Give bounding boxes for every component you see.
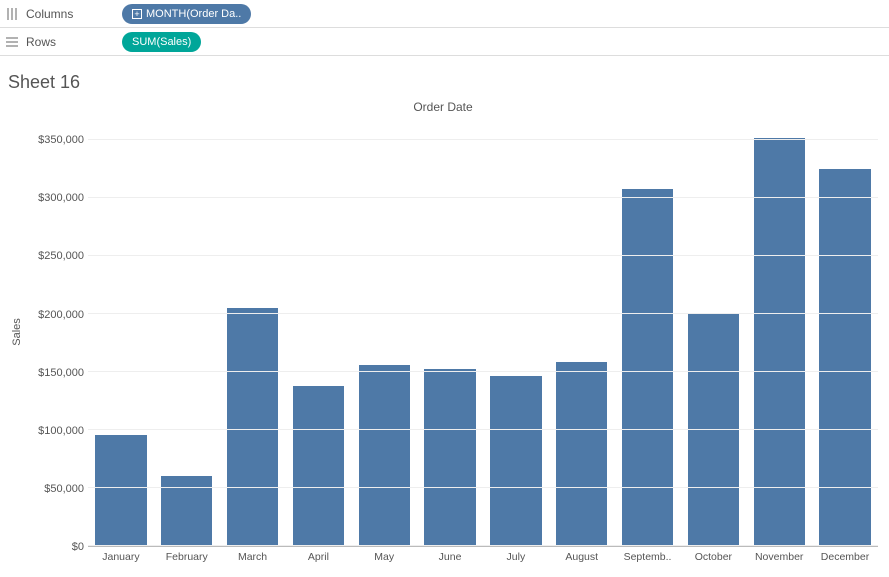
bar-slot (220, 117, 286, 546)
x-tick-label: February (154, 547, 220, 563)
bar-slot (746, 117, 812, 546)
bar[interactable] (622, 189, 673, 546)
bar[interactable] (359, 365, 410, 546)
bar-slot (615, 117, 681, 546)
grid-line (88, 313, 878, 314)
plot-area (88, 117, 878, 547)
columns-shelf[interactable]: Columns + MONTH(Order Da.. (0, 0, 889, 28)
bar[interactable] (227, 308, 278, 546)
bar-slot (285, 117, 351, 546)
columns-shelf-label: Columns (4, 6, 114, 22)
sheet-area: Sheet 16 Order Date Sales $0 $50,000 $100,… (0, 56, 889, 567)
y-tick-label: $0 (72, 541, 84, 553)
y-tick-label: $200,000 (38, 309, 84, 321)
grid-line (88, 487, 878, 488)
columns-text: Columns (26, 7, 73, 21)
y-axis-ticks: $0$50,000$100,000$150,000$200,000$250,00… (26, 117, 88, 547)
x-tick-label: January (88, 547, 154, 563)
grid-line (88, 139, 878, 140)
bar[interactable] (95, 435, 146, 546)
grid-line (88, 255, 878, 256)
bar-slot (351, 117, 417, 546)
x-tick-label: April (285, 547, 351, 563)
rows-shelf[interactable]: Rows SUM(Sales) (0, 28, 889, 56)
y-tick-label: $350,000 (38, 134, 84, 146)
y-tick-label: $250,000 (38, 250, 84, 262)
bar-slot (88, 117, 154, 546)
bar-slot (483, 117, 549, 546)
chart-title: Order Date (8, 97, 878, 117)
bar-slot (812, 117, 878, 546)
y-tick-label: $300,000 (38, 192, 84, 204)
x-tick-label: March (220, 547, 286, 563)
rows-pill-text: SUM(Sales) (132, 36, 191, 48)
x-tick-label: June (417, 547, 483, 563)
x-tick-label: November (746, 547, 812, 563)
bar[interactable] (754, 138, 805, 546)
bar[interactable] (819, 169, 870, 546)
grid-line (88, 545, 878, 546)
sheet-title[interactable]: Sheet 16 (8, 72, 881, 93)
bar-slot (680, 117, 746, 546)
columns-pill[interactable]: + MONTH(Order Da.. (122, 4, 251, 24)
y-tick-label: $100,000 (38, 425, 84, 437)
bar-slot (154, 117, 220, 546)
expand-icon[interactable]: + (132, 9, 142, 19)
columns-icon (4, 6, 20, 22)
rows-icon (4, 34, 20, 50)
bar[interactable] (490, 376, 541, 546)
x-tick-label: December (812, 547, 878, 563)
rows-pill[interactable]: SUM(Sales) (122, 32, 201, 52)
rows-text: Rows (26, 35, 56, 49)
bar[interactable] (424, 369, 475, 546)
x-tick-label: October (680, 547, 746, 563)
rows-shelf-label: Rows (4, 34, 114, 50)
x-tick-label: July (483, 547, 549, 563)
x-tick-label: August (549, 547, 615, 563)
bar-slot (417, 117, 483, 546)
x-tick-label: Septemb.. (615, 547, 681, 563)
y-axis-label: Sales (8, 117, 26, 547)
grid-line (88, 197, 878, 198)
x-axis-labels: JanuaryFebruaryMarchAprilMayJuneJulyAugu… (88, 547, 878, 563)
y-tick-label: $50,000 (44, 483, 84, 495)
bar[interactable] (293, 386, 344, 546)
grid-line (88, 371, 878, 372)
bar[interactable] (556, 362, 607, 546)
columns-pill-text: MONTH(Order Da.. (146, 8, 241, 20)
x-tick-label: May (351, 547, 417, 563)
chart: Order Date Sales $0 $50,000 $100,000 $150,0… (8, 97, 878, 567)
grid-line (88, 429, 878, 430)
y-tick-label: $150,000 (38, 367, 84, 379)
bar-slot (549, 117, 615, 546)
